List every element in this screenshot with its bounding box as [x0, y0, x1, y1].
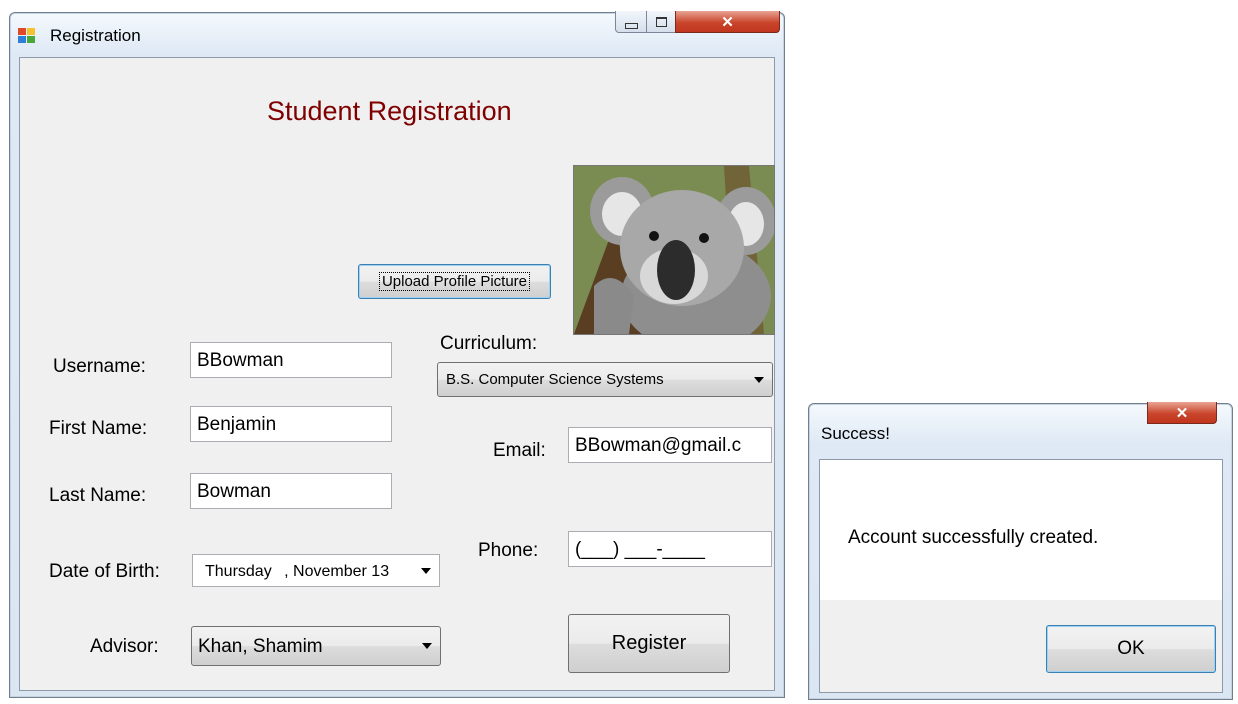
date-of-birth-picker[interactable]: Thursday , November 13 [192, 554, 440, 587]
dialog-title: Success! [821, 424, 890, 443]
last-name-field[interactable]: Bowman [190, 473, 392, 509]
ok-button[interactable]: OK [1046, 625, 1216, 673]
dialog-body: Account successfully created. OK [819, 459, 1223, 693]
date-day: Thursday [205, 563, 272, 580]
curriculum-label: Curriculum: [440, 333, 538, 354]
registration-window: Registration ✕ Student Registration Uplo… [9, 11, 785, 698]
success-dialog: Success! ✕ Account successfully created.… [808, 402, 1233, 700]
registration-form: Student Registration Upload Profile Pict… [19, 57, 775, 691]
advisor-label: Advisor: [90, 636, 159, 657]
email-field[interactable]: BBowman@gmail.c [568, 427, 772, 463]
chevron-down-icon [422, 643, 432, 649]
profile-picture [573, 165, 775, 335]
phone-label: Phone: [478, 540, 539, 561]
phone-field[interactable]: (___) ___-____ [568, 531, 772, 567]
last-name-label: Last Name: [49, 485, 147, 506]
close-button[interactable]: ✕ [675, 11, 780, 33]
dialog-message: Account successfully created. [848, 527, 1099, 548]
email-label: Email: [493, 440, 546, 461]
upload-profile-picture-button[interactable]: Upload Profile Picture [358, 264, 551, 299]
curriculum-dropdown[interactable]: B.S. Computer Science Systems [437, 362, 773, 397]
dialog-close-button[interactable]: ✕ [1147, 402, 1217, 424]
chevron-down-icon [421, 567, 431, 574]
username-label: Username: [53, 356, 146, 377]
username-field[interactable]: BBowman [190, 342, 392, 378]
advisor-value: Khan, Shamim [198, 636, 323, 657]
chevron-down-icon [754, 376, 764, 383]
close-icon: ✕ [1175, 404, 1189, 422]
close-icon: ✕ [721, 13, 734, 31]
first-name-field[interactable]: Benjamin [190, 406, 392, 442]
dialog-footer: OK [820, 600, 1222, 692]
register-button[interactable]: Register [568, 614, 730, 673]
advisor-dropdown[interactable]: Khan, Shamim [191, 626, 441, 666]
app-icon [18, 28, 36, 44]
page-title: Student Registration [267, 96, 512, 126]
koala-image [574, 166, 774, 334]
curriculum-value: B.S. Computer Science Systems [446, 371, 664, 388]
maximize-button[interactable] [646, 11, 676, 33]
maximize-icon [655, 16, 667, 27]
date-rest: , November 13 [284, 563, 390, 580]
minimize-button[interactable] [615, 11, 647, 33]
date-of-birth-label: Date of Birth: [49, 561, 160, 582]
first-name-label: First Name: [49, 418, 148, 439]
window-title: Registration [50, 26, 141, 45]
minimize-icon [624, 22, 638, 29]
